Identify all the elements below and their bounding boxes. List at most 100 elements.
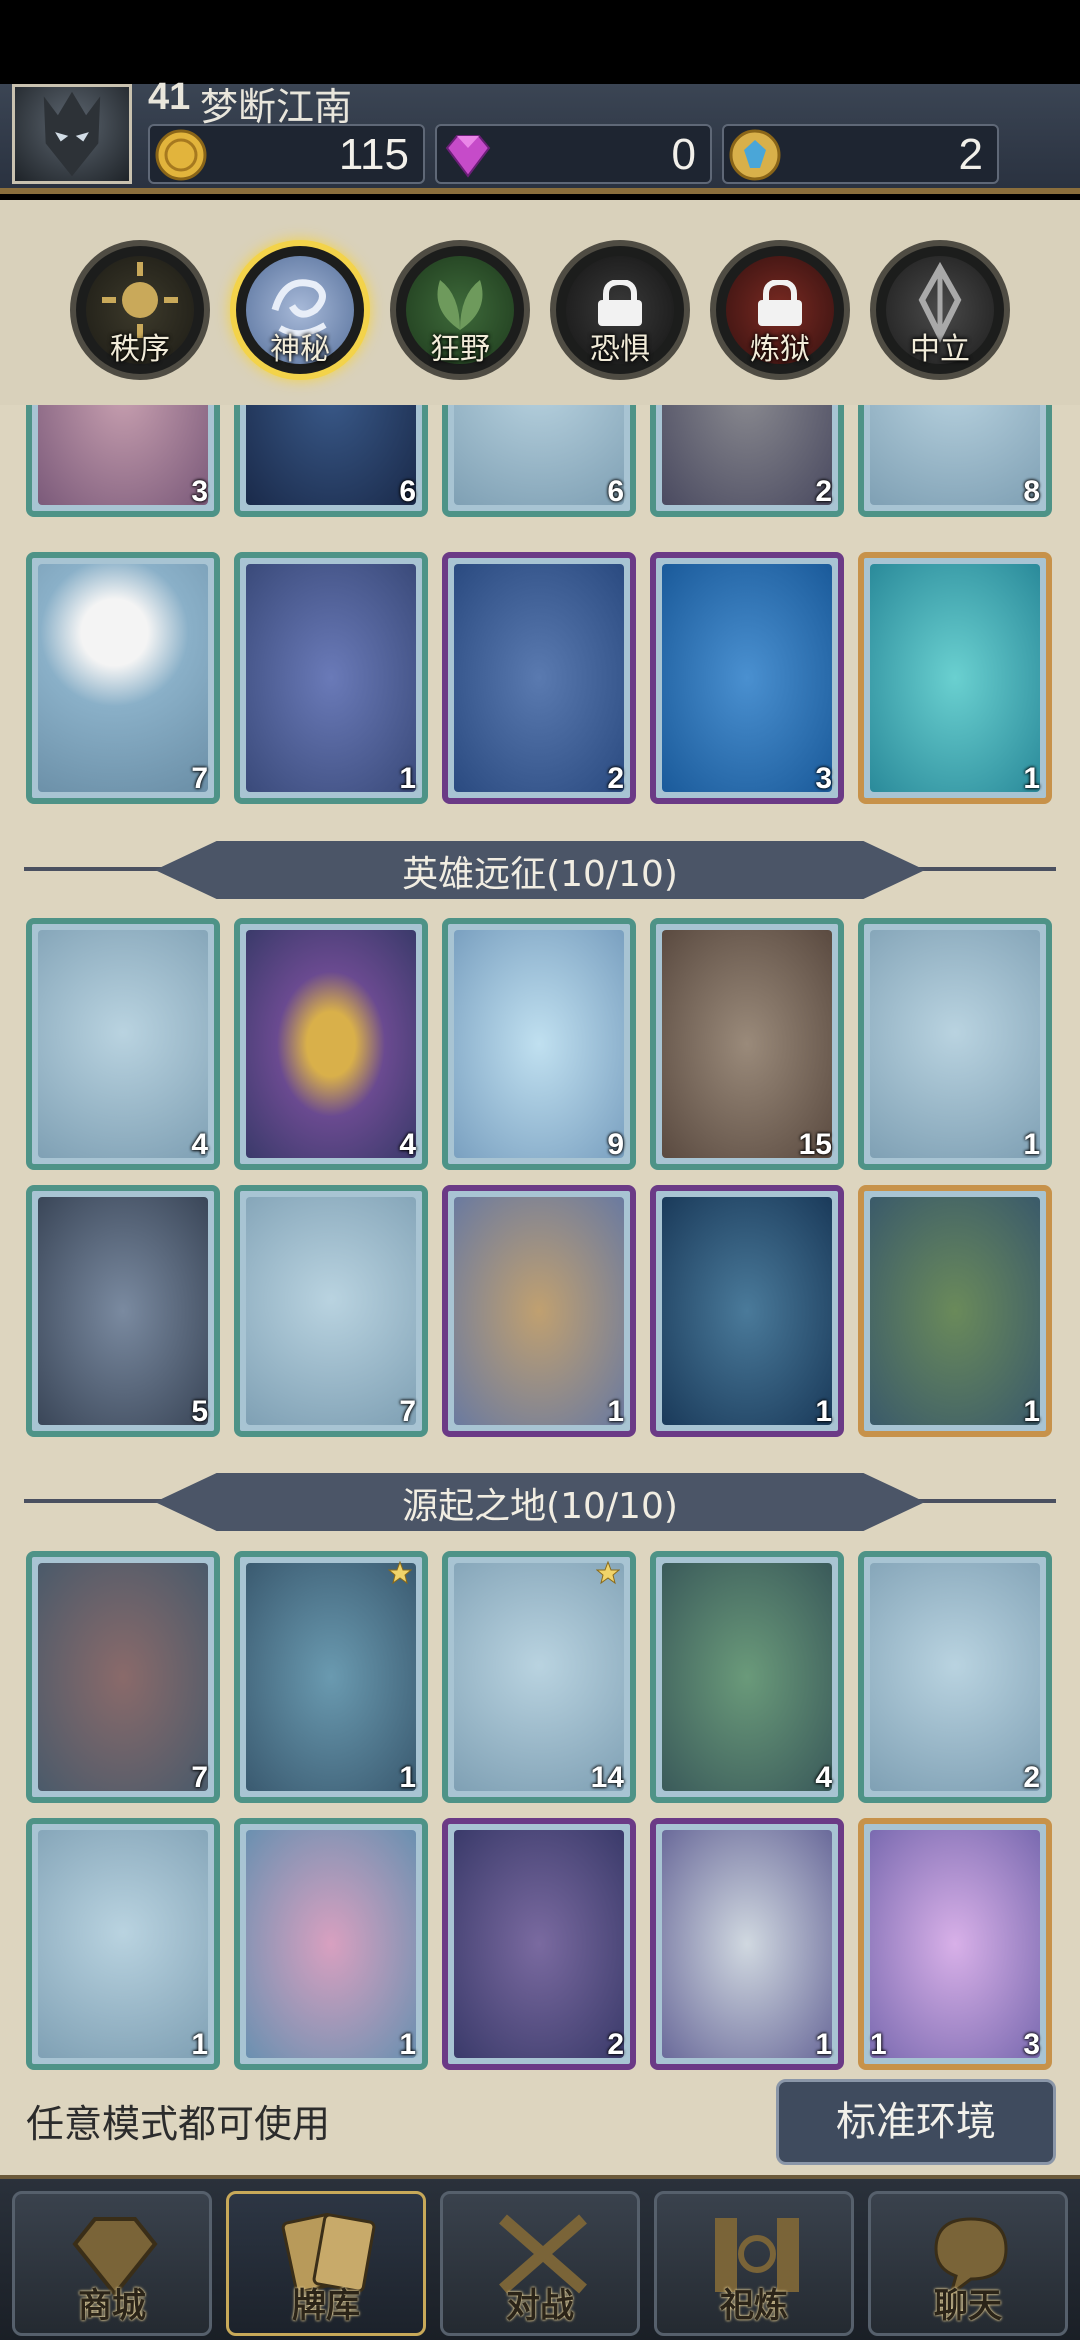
card-count: 4	[815, 1761, 832, 1794]
faction-order[interactable]: 秩序	[70, 240, 210, 380]
seagull-art	[38, 1830, 208, 2058]
faction-inferno[interactable]: 炼狱	[710, 240, 850, 380]
faction-neutral[interactable]: 中立	[870, 240, 1010, 380]
set-header-hero-expedition: 英雄远征(10/10)	[0, 835, 1080, 905]
card[interactable]: 1	[858, 552, 1052, 804]
faction-mystic-label: 神秘	[270, 332, 330, 367]
card-count: 2	[607, 762, 624, 795]
card[interactable]: 3	[26, 405, 220, 517]
card[interactable]: 1	[26, 1818, 220, 2070]
altar-art	[662, 405, 832, 505]
purple-gem-icon	[445, 135, 491, 178]
card-count: 14	[590, 1761, 624, 1794]
card[interactable]: 7	[26, 552, 220, 804]
card[interactable]: 15	[650, 918, 844, 1170]
card[interactable]: 7	[234, 1185, 428, 1437]
card[interactable]: 7	[26, 1551, 220, 1803]
set-title: 源起之地(10/10)	[402, 1486, 678, 1527]
faction-wild[interactable]: 狂野	[390, 240, 530, 380]
card[interactable]: 1	[858, 918, 1052, 1170]
card[interactable]: 2	[442, 1818, 636, 2070]
card-count: 1	[815, 1395, 832, 1428]
faction-mystic[interactable]: 神秘	[230, 240, 370, 380]
nav-shop[interactable]: 商城	[12, 2191, 212, 2336]
nav-battle-label: 对战	[506, 2286, 574, 2326]
card-count: 8	[1023, 475, 1040, 508]
storm-creature-art	[246, 405, 416, 505]
nav-deck-label: 牌库	[292, 2286, 360, 2326]
swamp-brute-art	[662, 1563, 832, 1791]
nav-shop-label: 商城	[78, 2286, 146, 2326]
crystal-counter[interactable]: 2	[722, 124, 999, 184]
merman-trident-art	[246, 1563, 416, 1791]
card-collection[interactable]: 3 6 6 2 8 7 1 2 3 1 英雄远征(10/10) 4 4 9 15…	[0, 405, 1080, 2075]
card[interactable]: 1 3	[858, 1818, 1052, 2070]
faction-order-label: 秩序	[110, 332, 170, 367]
heron-art	[38, 930, 208, 1158]
faction-neutral-label: 中立	[910, 332, 970, 367]
water-spout-art	[870, 405, 1040, 505]
card-count: 1	[1023, 1128, 1040, 1161]
card[interactable]: 3	[650, 552, 844, 804]
card-count: 7	[399, 1395, 416, 1428]
dark-knight-avatar-icon	[43, 91, 101, 177]
nav-battle[interactable]: 对战	[440, 2191, 640, 2336]
star-icon	[388, 1561, 412, 1585]
card[interactable]: 1	[234, 1551, 428, 1803]
card-count: 1	[815, 2028, 832, 2061]
card[interactable]: 8	[858, 405, 1052, 517]
card-count: 2	[815, 475, 832, 508]
card-count: 1	[191, 2028, 208, 2061]
sea-sage-art	[246, 1197, 416, 1425]
card[interactable]: 1	[858, 1185, 1052, 1437]
card[interactable]: 1	[234, 552, 428, 804]
nav-forge[interactable]: 祀炼	[654, 2191, 854, 2336]
card-count: 3	[1023, 2028, 1040, 2061]
card[interactable]: 14	[442, 1551, 636, 1803]
card-count: 1	[1023, 1395, 1040, 1428]
faction-wild-label: 狂野	[430, 332, 490, 367]
card[interactable]: 4	[234, 918, 428, 1170]
set-header-origin-land: 源起之地(10/10)	[0, 1467, 1080, 1537]
card[interactable]: 1	[650, 1185, 844, 1437]
leaping-mermaid-art	[870, 1563, 1040, 1791]
card-count: 7	[191, 1761, 208, 1794]
card-count: 4	[399, 1128, 416, 1161]
card[interactable]: 1	[234, 1818, 428, 2070]
card[interactable]: 2	[650, 405, 844, 517]
card-count: 1	[607, 1395, 624, 1428]
card-count: 2	[1023, 1761, 1040, 1794]
player-level: 41	[148, 76, 191, 118]
environment-button[interactable]: 标准环境	[776, 2079, 1056, 2165]
nav-deck[interactable]: 牌库	[226, 2191, 426, 2336]
nav-chat[interactable]: 聊天	[868, 2191, 1068, 2336]
player-avatar[interactable]	[12, 84, 132, 184]
card[interactable]: 6	[442, 405, 636, 517]
card[interactable]: 9	[442, 918, 636, 1170]
card[interactable]: 5	[26, 1185, 220, 1437]
crystal-amount: 2	[958, 130, 983, 179]
card[interactable]: 6	[234, 405, 428, 517]
faction-inferno-label: 炼狱	[750, 332, 810, 367]
card[interactable]: 2	[858, 1551, 1052, 1803]
card[interactable]: 2	[442, 552, 636, 804]
card[interactable]: 4	[26, 918, 220, 1170]
sorceress-hourglass-art	[246, 564, 416, 792]
gold-amount: 115	[338, 130, 409, 179]
card[interactable]: 1	[442, 1185, 636, 1437]
gold-counter[interactable]: 115	[148, 124, 425, 184]
card[interactable]: 1	[650, 1818, 844, 2070]
card[interactable]: 4	[650, 1551, 844, 1803]
lock-icon	[598, 280, 642, 326]
card-count: 3	[191, 475, 208, 508]
giant-clam-art	[38, 405, 208, 505]
nav-chat-label: 聊天	[934, 2286, 1002, 2326]
pearl-mermaid-art	[246, 1830, 416, 2058]
island-turtle-art	[870, 1197, 1040, 1425]
card-count: 9	[607, 1128, 624, 1161]
mode-note: 任意模式都可使用	[26, 2102, 331, 2146]
kraken-eel-art	[454, 1830, 624, 2058]
gem-counter[interactable]: 0	[435, 124, 712, 184]
star-icon	[596, 1561, 620, 1585]
faction-fear[interactable]: 恐惧	[550, 240, 690, 380]
